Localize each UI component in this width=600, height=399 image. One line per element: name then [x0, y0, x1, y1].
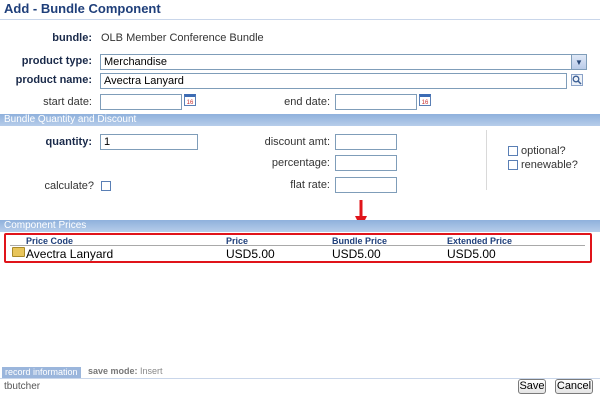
end-date-label: end date: [284, 96, 330, 108]
folder-icon[interactable] [12, 247, 25, 257]
discount-amt-field[interactable] [335, 134, 397, 150]
extended-price-cell: USD5.00 [447, 247, 496, 261]
save-mode-value: Insert [140, 366, 163, 376]
price-code-cell[interactable]: Avectra Lanyard [26, 247, 113, 261]
save-mode-label: save mode: [88, 366, 138, 376]
product-type-label: product type: [21, 55, 92, 67]
price-cell: USD5.00 [226, 247, 275, 261]
optional-checkbox[interactable] [508, 146, 518, 156]
section-divider [486, 130, 487, 190]
save-button[interactable]: Save [518, 379, 546, 394]
cancel-button[interactable]: Cancel [555, 379, 593, 394]
bundle-price-cell: USD5.00 [332, 247, 381, 261]
calculate-checkbox[interactable] [101, 181, 111, 191]
calendar-icon[interactable]: 16 [419, 94, 431, 106]
title-divider [0, 19, 600, 20]
renewable-checkbox[interactable] [508, 160, 518, 170]
optional-label: optional? [521, 145, 566, 157]
footer-divider [0, 378, 600, 379]
discount-amt-label: discount amt: [264, 136, 330, 148]
search-icon[interactable] [571, 74, 583, 86]
percentage-field[interactable] [335, 155, 397, 171]
user-name: tbutcher [4, 381, 41, 392]
record-information-tab[interactable]: record information [2, 367, 81, 378]
page-title: Add - Bundle Component [4, 1, 161, 16]
flat-rate-field[interactable] [335, 177, 397, 193]
start-date-label: start date: [43, 96, 92, 108]
section-header-quantity: Bundle Quantity and Discount [0, 114, 600, 126]
section-header-component-prices: Component Prices [0, 220, 600, 232]
quantity-label: quantity: [45, 136, 92, 148]
product-name-field[interactable]: Avectra Lanyard [100, 73, 567, 89]
dropdown-arrow-icon[interactable]: ▼ [571, 55, 586, 69]
product-type-select[interactable]: Merchandise ▼ [100, 54, 587, 70]
header-divider [10, 245, 585, 246]
calendar-icon[interactable]: 16 [184, 94, 196, 106]
percentage-label: percentage: [271, 157, 330, 169]
product-type-value: Merchandise [104, 56, 167, 68]
end-date-field[interactable] [335, 94, 417, 110]
quantity-field[interactable]: 1 [100, 134, 198, 150]
calculate-label: calculate? [44, 180, 94, 192]
product-name-label: product name: [15, 74, 92, 86]
flat-rate-label: flat rate: [290, 179, 330, 191]
renewable-label: renewable? [521, 159, 578, 171]
start-date-field[interactable] [100, 94, 182, 110]
bundle-label: bundle: [52, 32, 92, 44]
bundle-value: OLB Member Conference Bundle [101, 32, 264, 44]
save-mode: save mode: Insert [88, 366, 163, 376]
